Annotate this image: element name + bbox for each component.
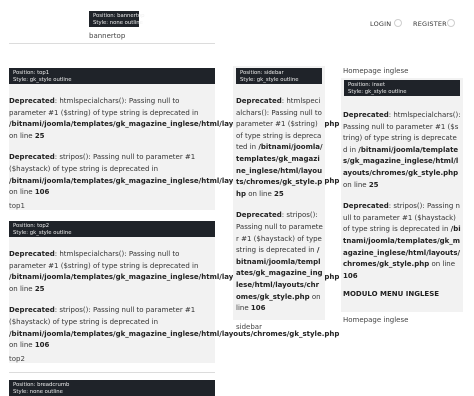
login-icon[interactable] (394, 19, 402, 27)
position-name: Position: top1 (13, 70, 50, 76)
position-name: Position: bannertop (93, 13, 145, 19)
warning-online: on line (9, 341, 35, 350)
deprecated-warning-1: Deprecated: htmlspecialchars(): Passing … (343, 110, 461, 191)
warning-online: on line (429, 260, 456, 269)
warning-online: on line (9, 284, 35, 293)
login-link[interactable]: LOGIN (370, 20, 391, 28)
position-label-breadcrumb: Position: breadcrumb Style: none outline (9, 380, 215, 396)
warning-label: Deprecated (343, 111, 389, 119)
divider (9, 372, 215, 373)
module-title: MODULO MENU INGLESE (343, 290, 440, 299)
position-style: Style: none outline (93, 20, 143, 26)
warning-label: Deprecated (236, 97, 282, 105)
warning-label: Deprecated (343, 202, 389, 211)
warning-label: Deprecated (9, 306, 55, 315)
position-label-top1: Position: top1 Style: gk_style outline (9, 68, 215, 84)
divider (9, 43, 215, 44)
position-label-inset: Position: inset Style: gk_style outline (344, 80, 460, 96)
position-name: Position: breadcrumb (13, 382, 70, 388)
warning-online: on line (246, 189, 275, 198)
position-style: Style: gk_style outline (348, 89, 407, 95)
warning-line: 25 (34, 131, 45, 140)
deprecated-warning-2: Deprecated: stripos(): Passing null to p… (9, 305, 339, 351)
warning-online: on line (9, 188, 35, 197)
deprecated-warning-2: Deprecated: stripos(): Passing null to p… (343, 201, 461, 282)
menu-link-homepage[interactable]: Homepage inglese (343, 316, 463, 324)
position-style: Style: gk_style outline (13, 77, 72, 83)
position-name: Position: sidebar (240, 70, 284, 76)
register-link[interactable]: REGISTER (413, 20, 447, 28)
top1-module-text: top1 (9, 201, 25, 210)
position-label-sidebar: Position: sidebar Style: gk_style outlin… (236, 68, 322, 84)
warning-online: on line (9, 131, 35, 140)
module-top1: Position: top1 Style: gk_style outline D… (9, 68, 339, 210)
position-label-bannertop: Position: bannertop Style: none outline (89, 11, 145, 27)
warning-line: 106 (250, 304, 266, 313)
register-icon[interactable] (447, 19, 455, 27)
module-inset: Position: inset Style: gk_style outline … (341, 78, 463, 324)
deprecated-warning-1: Deprecated: htmlspecialchars(): Passing … (9, 96, 339, 142)
position-name: Position: inset (348, 82, 386, 88)
warning-online: on line (343, 180, 369, 189)
sidebar-module-text: sidebar (236, 322, 262, 331)
warning-label: Deprecated (236, 211, 282, 220)
deprecated-warning-1: Deprecated: htmlspecialchars(): Passing … (9, 249, 339, 295)
warning-line: 106 (343, 271, 358, 280)
warning-path: /bitnami/joomla/templates/gk_magazine_in… (9, 329, 340, 338)
deprecated-warning-2: Deprecated: stripos(): Passing null to p… (236, 210, 323, 314)
module-sidebar: Position: sidebar Style: gk_style outlin… (233, 66, 325, 331)
warning-line: 25 (368, 180, 379, 189)
warning-label: Deprecated (9, 250, 55, 258)
deprecated-warning-1: Deprecated: htmlspecialchars(): Passing … (236, 96, 323, 200)
warning-label: Deprecated (9, 153, 55, 162)
position-name: Position: top2 (13, 223, 50, 229)
homepage-heading: Homepage inglese (343, 67, 409, 75)
module-top2: Position: top2 Style: gk_style outline D… (9, 221, 339, 363)
warning-line: 106 (34, 341, 50, 350)
position-label-top2: Position: top2 Style: gk_style outline (9, 221, 215, 237)
top2-module-text: top2 (9, 354, 25, 363)
warning-label: Deprecated (9, 97, 55, 105)
position-style: Style: none outline (13, 389, 63, 395)
warning-path: /bitnami/joomla/templates/gk_magazine_in… (343, 145, 459, 177)
warning-line: 25 (274, 189, 284, 198)
position-style: Style: gk_style outline (240, 77, 299, 83)
deprecated-warning-2: Deprecated: stripos(): Passing null to p… (9, 152, 339, 198)
position-style: Style: gk_style outline (13, 230, 72, 236)
bannertop-module-text: bannertop (89, 32, 126, 40)
warning-line: 25 (34, 284, 45, 293)
warning-line: 106 (34, 188, 50, 197)
